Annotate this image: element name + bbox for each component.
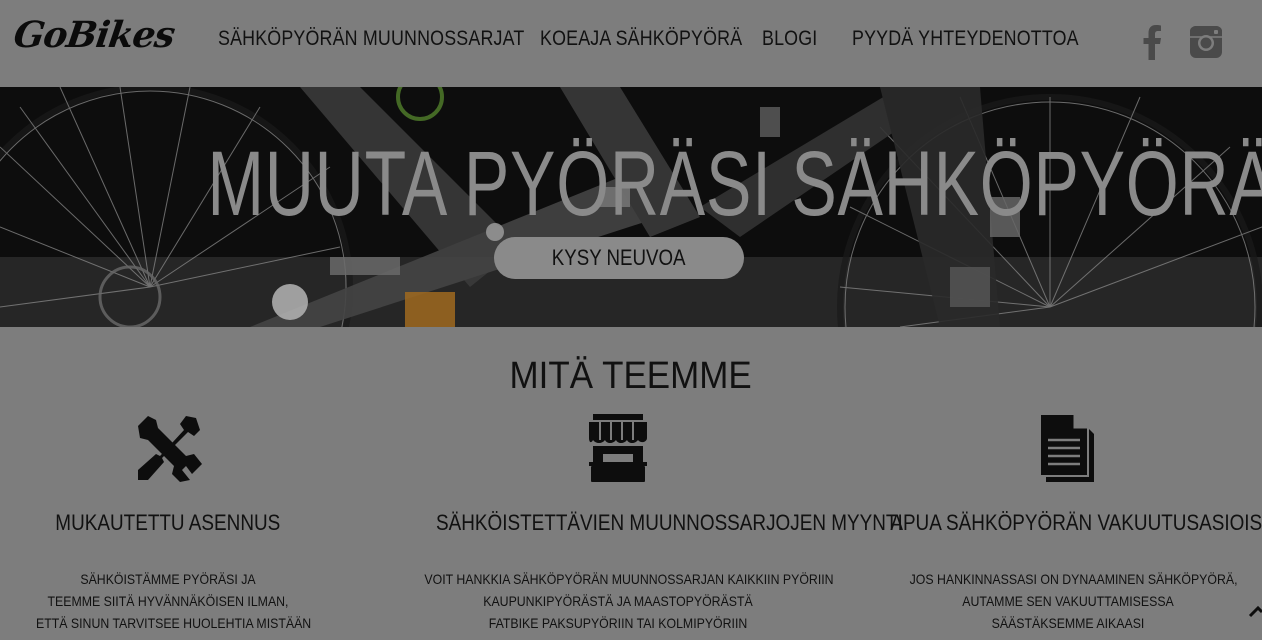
instagram-icon[interactable] [1186,22,1226,62]
document-icon [1036,413,1106,484]
feature-title-kit-sales: SÄHKÖISTETTÄVIEN MUUNNOSSARJOJEN MYYNTI [435,510,903,535]
nav-item-conversion-kits[interactable]: SÄHKÖPYÖRÄN MUUNNOSSARJAT [218,27,524,51]
logo[interactable]: GoBikes [11,14,177,56]
store-icon [585,414,655,484]
tools-icon [134,414,204,484]
ask-advice-button[interactable]: KYSY NEUVOA [494,237,744,279]
nav-item-test-ride[interactable]: KOEAJA SÄHKÖPYÖRÄ [540,27,742,51]
services-heading: MITÄ TEEMME [509,355,753,397]
feature-text-custom-install: SÄHKÖISTÄMME PYÖRÄSI JA TEEMME SIITÄ HYV… [36,571,312,631]
feature-text-kit-sales: VOIT HANKKIA SÄHKÖPYÖRÄN MUUNNOSSARJAN K… [424,571,834,631]
hero-banner: MUUTA PYÖRÄSI SÄHKÖPYÖRÄKSI KYSY NEUVOA [0,87,1262,327]
nav-item-contact[interactable]: PYYDÄ YHTEYDENOTTOA [852,27,1079,51]
feature-text-insurance: JOS HANKINNASSASI ON DYNAAMINEN SÄHKÖPYÖ… [909,571,1238,631]
feature-title-custom-install: MUKAUTETTU ASENNUS [55,510,281,535]
site-header: GoBikes SÄHKÖPYÖRÄN MUUNNOSSARJAT KOEAJA… [0,0,1262,87]
nav-item-blog[interactable]: BLOGI [762,27,817,51]
hero-title: MUUTA PYÖRÄSI SÄHKÖPYÖRÄKSI [207,133,1262,235]
scroll-to-top-icon[interactable] [1248,604,1262,624]
feature-title-insurance: APUA SÄHKÖPYÖRÄN VAKUUTUSASIOISSA [890,510,1262,535]
facebook-icon[interactable] [1132,22,1172,62]
